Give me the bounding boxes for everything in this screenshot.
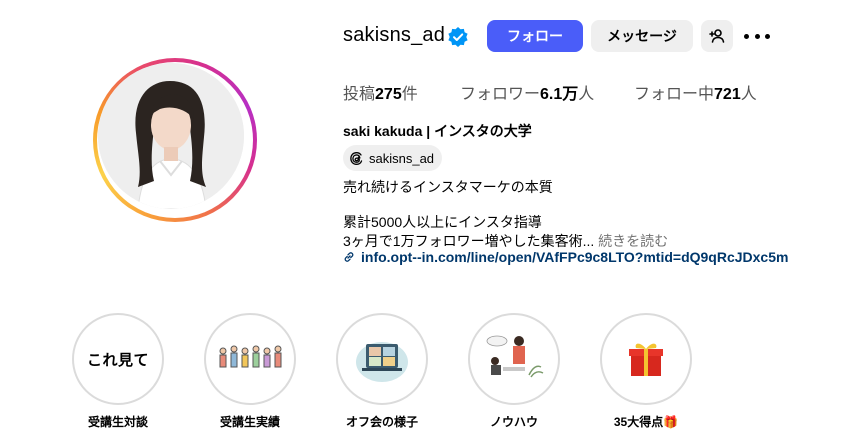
gift-icon <box>629 343 663 376</box>
posts-value: 275 <box>375 86 402 103</box>
external-link[interactable]: info.opt--in.com/line/open/VAfFPc9c8LTO?… <box>343 249 788 265</box>
bio-line-3-text: 3ヶ月で1万フォロワー増やした集客術... <box>343 233 595 249</box>
follow-button[interactable]: フォロー <box>487 20 583 52</box>
bio-line-2: 累計5000人以上にインスタ指導 <box>343 214 542 230</box>
following-unit: 人 <box>740 86 757 103</box>
suggested-accounts-button[interactable] <box>701 20 733 52</box>
link-icon <box>344 252 354 262</box>
external-link-text: info.opt--in.com/line/open/VAfFPc9c8LTO?… <box>361 249 789 265</box>
following-label: フォロー中 <box>634 86 715 103</box>
full-name: saki kakuda | インスタの大学 <box>343 123 532 139</box>
people-illustration-icon <box>219 345 282 368</box>
username: sakisns_ad <box>343 24 446 46</box>
read-more-link[interactable]: 続きを読む <box>598 233 668 249</box>
posts-count: 投稿275件 <box>343 80 418 104</box>
highlight-cover-ring <box>468 313 560 405</box>
posts-label: 投稿 <box>343 86 376 103</box>
highlight-item[interactable]: これ見て 受講生対談 <box>72 313 164 430</box>
more-options-icon[interactable] <box>744 26 770 46</box>
highlight-label: 35大得点🎁 <box>613 415 679 429</box>
followers-label: フォロワー <box>460 86 541 103</box>
highlight-label: オフ会の様子 <box>345 415 418 429</box>
study-illustration-icon <box>486 335 544 378</box>
profile-avatar-story-ring[interactable] <box>93 58 257 222</box>
add-person-icon <box>709 29 725 43</box>
followers-unit: 人 <box>578 86 595 103</box>
avatar[interactable] <box>98 63 244 209</box>
highlight-item[interactable]: 35大得点🎁 <box>600 313 692 430</box>
highlight-item[interactable]: ノウハウ <box>468 313 560 430</box>
message-button[interactable]: メッセージ <box>591 20 693 52</box>
following-value: 721 <box>714 86 741 103</box>
highlight-label: 受講生対談 <box>87 415 148 429</box>
avatar-photo-illustration <box>98 63 244 209</box>
highlight-label: ノウハウ <box>489 415 538 429</box>
threads-link-chip[interactable]: sakisns_ad <box>343 145 443 171</box>
highlight-item[interactable]: オフ会の様子 <box>336 313 428 430</box>
video-call-illustration-icon <box>356 342 408 382</box>
highlight-cover <box>341 318 423 400</box>
highlight-cover-ring <box>600 313 692 405</box>
highlight-cover <box>605 318 687 400</box>
posts-unit: 件 <box>401 86 418 103</box>
highlight-cover <box>473 318 555 400</box>
threads-icon <box>350 151 363 165</box>
verified-badge-icon <box>448 27 468 47</box>
followers-value: 6.1万 <box>540 86 579 103</box>
highlight-cover-ring <box>336 313 428 405</box>
highlight-item[interactable]: 受講生実績 <box>204 313 296 430</box>
highlight-cover-ring <box>204 313 296 405</box>
threads-handle: sakisns_ad <box>369 150 435 166</box>
highlight-cover <box>209 318 291 400</box>
bio-line-1: 売れ続けるインスタマーケの本質 <box>343 179 553 195</box>
highlight-cover-ring: これ見て <box>72 313 164 405</box>
followers-count[interactable]: フォロワー6.1万人 <box>460 80 594 104</box>
following-count[interactable]: フォロー中721人 <box>634 80 757 104</box>
highlight-cover: これ見て <box>77 318 159 400</box>
bio-line-3: 3ヶ月で1万フォロワー増やした集客術... 続きを読む <box>343 231 668 251</box>
highlight-cover-text: これ見て <box>86 351 149 369</box>
highlight-label: 受講生実績 <box>219 415 280 429</box>
